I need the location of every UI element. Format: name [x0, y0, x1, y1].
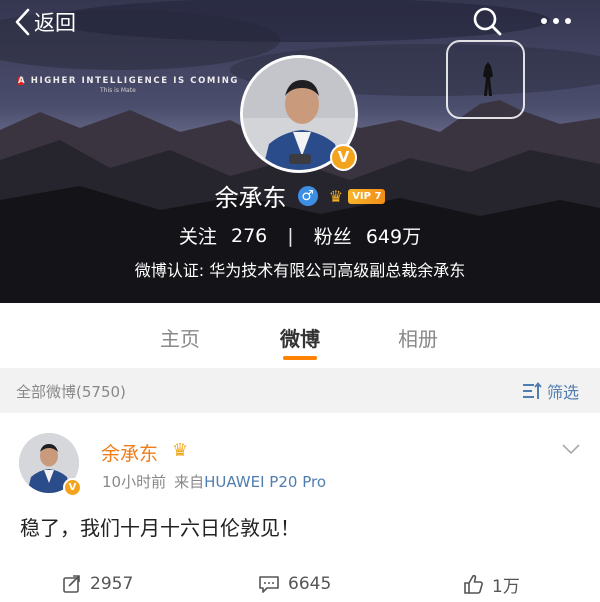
post-actions: 2957 6645 1万 [0, 566, 600, 602]
post-device[interactable]: HUAWEI P20 Pro [204, 473, 326, 491]
search-icon [473, 7, 502, 36]
profile-cover: A HIGHER INTELLIGENCE IS COMING This is … [0, 0, 600, 303]
post-meta: 10小时前 来自HUAWEI P20 Pro [102, 471, 326, 492]
back-label: 返回 [34, 11, 76, 35]
comment-count: 6645 [288, 574, 332, 594]
following-count: 276 [230, 224, 268, 247]
following-label: 关注 [178, 226, 217, 248]
stats-separator: | [287, 224, 294, 247]
vip-badge[interactable]: ♛ VIP 7 [329, 186, 386, 206]
figure-frame [446, 40, 525, 119]
weibo-count: 全部微博(5750) [16, 383, 126, 401]
top-bar: 返回 [0, 0, 600, 44]
cover-slogan: A HIGHER INTELLIGENCE IS COMING [18, 76, 240, 86]
weibo-list-header: 全部微博(5750) 筛选 [0, 368, 600, 413]
repost-icon [63, 575, 80, 593]
name-row: 余承东 ♂ ♛ VIP 7 [0, 178, 600, 212]
followers-stat[interactable]: 粉丝 649万 [313, 224, 422, 248]
verified-badge-icon: V [330, 144, 357, 171]
more-button[interactable] [536, 6, 576, 36]
post-menu-button[interactable] [561, 441, 581, 455]
crown-icon: ♛ [328, 186, 344, 206]
like-button[interactable]: 1万 [462, 566, 520, 602]
followers-label: 粉丝 [313, 226, 352, 248]
repost-button[interactable]: 2957 [62, 566, 133, 602]
verified-badge-icon: V [63, 478, 82, 497]
chevron-down-icon [562, 444, 580, 455]
post-source-prefix: 来自 [174, 473, 205, 491]
more-icon [541, 18, 571, 24]
tab-home[interactable]: 主页 [160, 323, 200, 352]
filter-label: 筛选 [547, 383, 580, 402]
profile-name: 余承东 [214, 184, 287, 212]
filter-button[interactable]: 筛选 [522, 379, 579, 403]
repost-count: 2957 [90, 574, 134, 594]
filter-icon [523, 382, 542, 399]
stats-row: 关注 276 | 粉丝 649万 [0, 222, 600, 249]
like-count: 1万 [492, 576, 520, 597]
search-button[interactable] [470, 4, 504, 38]
active-tab-indicator [283, 356, 317, 360]
tab-album[interactable]: 相册 [398, 323, 438, 352]
weibo-post: V 余承东 ♛ 10小时前 来自HUAWEI P20 Pro 稳了，我们十月十六日… [0, 413, 600, 602]
post-text: 稳了，我们十月十六日伦敦见！ [20, 516, 300, 540]
followers-count: 649万 [365, 226, 422, 248]
verification-text: 微博认证: 华为技术有限公司高级副总裁余承东 [134, 261, 466, 280]
post-author-name[interactable]: 余承东 [101, 439, 158, 466]
chevron-left-icon [15, 8, 30, 36]
thumbs-up-icon [464, 574, 483, 594]
post-time: 10小时前 [102, 473, 167, 491]
comment-icon [259, 576, 279, 593]
back-button[interactable]: 返回 [14, 6, 76, 38]
following-stat[interactable]: 关注 276 [178, 224, 273, 249]
cover-slogan-sub: This is Mate [100, 87, 136, 94]
male-icon: ♂ [297, 185, 318, 206]
vip-label: VIP 7 [348, 188, 386, 204]
crown-icon: ♛ [172, 440, 189, 461]
tab-weibo[interactable]: 微博 [280, 323, 320, 352]
comment-button[interactable]: 6645 [258, 566, 331, 602]
